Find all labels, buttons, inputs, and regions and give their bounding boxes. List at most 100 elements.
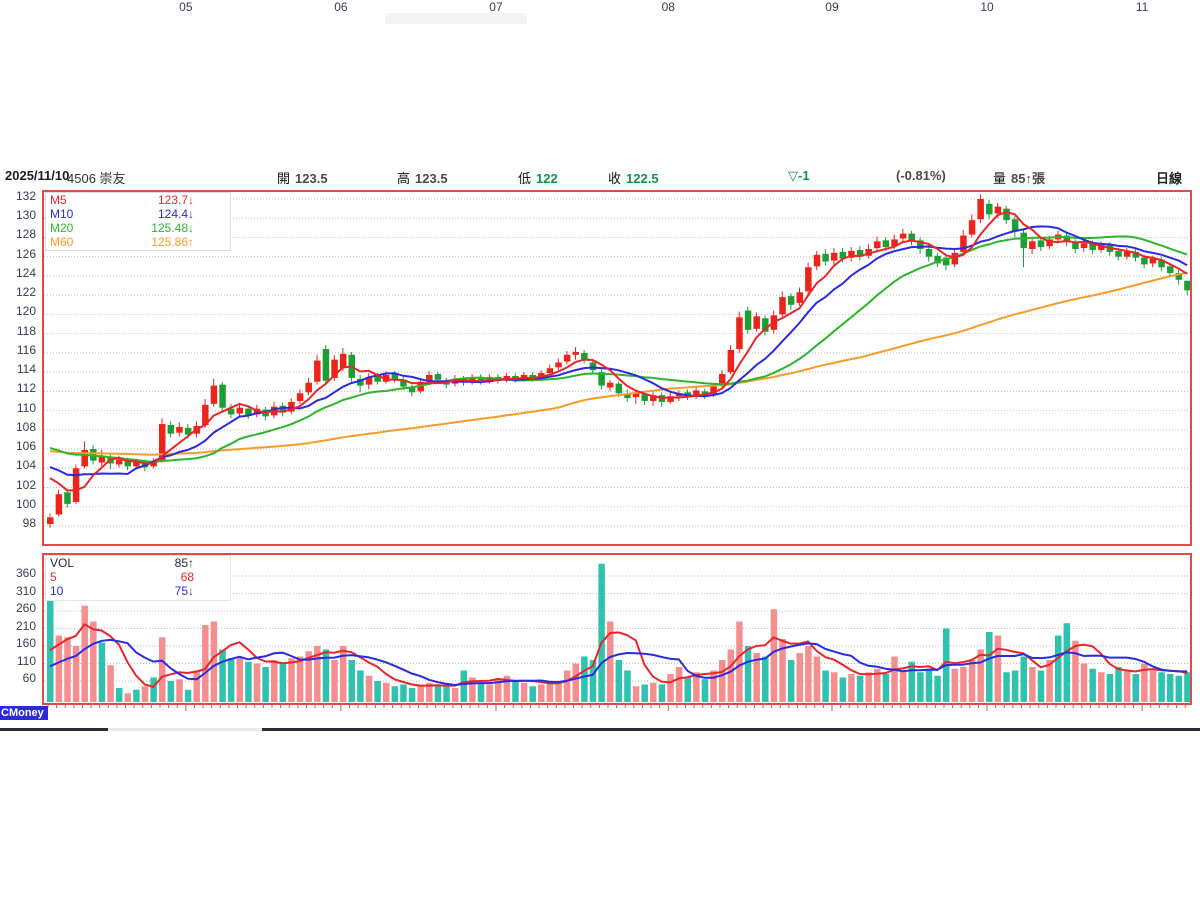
volume-bar (719, 660, 726, 702)
price-axis-label: 102 (0, 478, 36, 492)
volume-bar (573, 664, 580, 703)
month-label: 05 (174, 0, 198, 14)
candle-body (1167, 266, 1174, 273)
candle-body (1141, 258, 1148, 265)
volume-axis-label: 310 (0, 584, 36, 598)
price-axis-label: 124 (0, 266, 36, 280)
volume-axis-label: 210 (0, 619, 36, 633)
candle-body (323, 349, 330, 381)
volume-legend-row: 568 (46, 571, 230, 584)
quote-header: 2025/11/10 4506 崇友 開123.5高123.5低122收122.… (0, 168, 1200, 188)
candle-body (64, 492, 71, 504)
quote-field: 收122.5 (608, 168, 659, 187)
ma-legend-row: M60125.86↑ (46, 236, 230, 249)
volume-bar (417, 686, 424, 702)
candle-body (831, 253, 838, 261)
volume-bar (641, 685, 648, 703)
volume-bar (977, 650, 984, 703)
volume-bar (900, 671, 907, 703)
candle-body (1003, 209, 1010, 221)
candle-body (1029, 241, 1036, 249)
volume-bar (521, 683, 528, 702)
volume-bar (1132, 674, 1139, 702)
volume-bar (486, 685, 493, 703)
candle-body (736, 317, 743, 349)
volume-bar (667, 674, 674, 702)
volume-bar (883, 674, 890, 702)
candle-body (219, 385, 226, 408)
month-label: 08 (656, 0, 680, 14)
candle-body (564, 355, 571, 362)
volume-bar (400, 685, 407, 703)
volume-bar (1038, 671, 1045, 703)
volume-bar (340, 646, 347, 702)
candle-body (555, 362, 562, 367)
ma-legend: M5123.7↓M10124.4↓M20125.48↓M60125.86↑ (45, 192, 231, 251)
volume-bar (1107, 674, 1114, 702)
volume-bar (934, 676, 941, 702)
volume-bar (1150, 671, 1157, 703)
price-axis-label: 104 (0, 458, 36, 472)
volume-bar (1029, 667, 1036, 702)
volume-bar (745, 646, 752, 702)
volume-axis-label: 60 (0, 671, 36, 685)
month-label: 07 (484, 0, 508, 14)
volume-bar (865, 672, 872, 702)
volume-bar (814, 657, 821, 703)
volume-bar (831, 672, 838, 702)
candle-body (883, 240, 890, 247)
price-axis-label: 98 (0, 516, 36, 530)
volume-axis-label: 360 (0, 566, 36, 580)
candle-body (788, 296, 795, 305)
volume-bar (822, 671, 829, 703)
candle-body (573, 352, 580, 355)
candle-body (616, 384, 623, 394)
volume-bar (529, 686, 536, 702)
volume-bar (891, 657, 898, 703)
month-label: 10 (975, 0, 999, 14)
volume-bar (1089, 669, 1096, 702)
ma-legend-row: M5123.7↓ (46, 194, 230, 207)
volume-bar (659, 685, 666, 703)
candle-body (73, 468, 80, 502)
quote-field: 高123.5 (397, 168, 448, 187)
quote-field: 開123.5 (277, 168, 328, 187)
candle-body (874, 241, 881, 248)
volume-bar (176, 679, 183, 702)
volume-bar (366, 676, 373, 702)
volume-bar (633, 686, 640, 702)
price-axis-label: 100 (0, 497, 36, 511)
volume-bar (676, 667, 683, 702)
volume-bar (986, 632, 993, 702)
volume-bar (81, 606, 88, 702)
candle-body (797, 292, 804, 303)
volume-bar (452, 688, 459, 702)
volume-bar (1064, 623, 1071, 702)
volume-bar (736, 622, 743, 703)
volume-bar (245, 662, 252, 702)
volume-legend-row: 1075↓ (46, 585, 230, 598)
top-gray-bar (385, 13, 527, 24)
price-axis-label: 116 (0, 343, 36, 357)
date-tick-axis (42, 704, 1192, 713)
volume-bar (702, 679, 709, 702)
volume-bar (616, 660, 623, 702)
page-root: 2025/11/10 4506 崇友 開123.5高123.5低122收122.… (0, 0, 1200, 900)
volume-bar (125, 693, 132, 702)
volume-bar (254, 664, 261, 703)
volume-bar (168, 681, 175, 702)
price-axis-label: 114 (0, 362, 36, 376)
candle-body (753, 316, 760, 329)
candle-body (1124, 252, 1131, 257)
volume-bar (960, 667, 967, 702)
candle-body (607, 383, 614, 388)
price-axis-label: 112 (0, 381, 36, 395)
volume-bar (1115, 667, 1122, 702)
volume-bar (99, 643, 106, 703)
volume-bar (383, 683, 390, 702)
bottom-divider-light-segment (108, 728, 262, 731)
quote-field: 日線 (1156, 168, 1182, 187)
candle-body (237, 408, 244, 414)
candle-body (297, 393, 304, 401)
volume-axis-label: 260 (0, 601, 36, 615)
